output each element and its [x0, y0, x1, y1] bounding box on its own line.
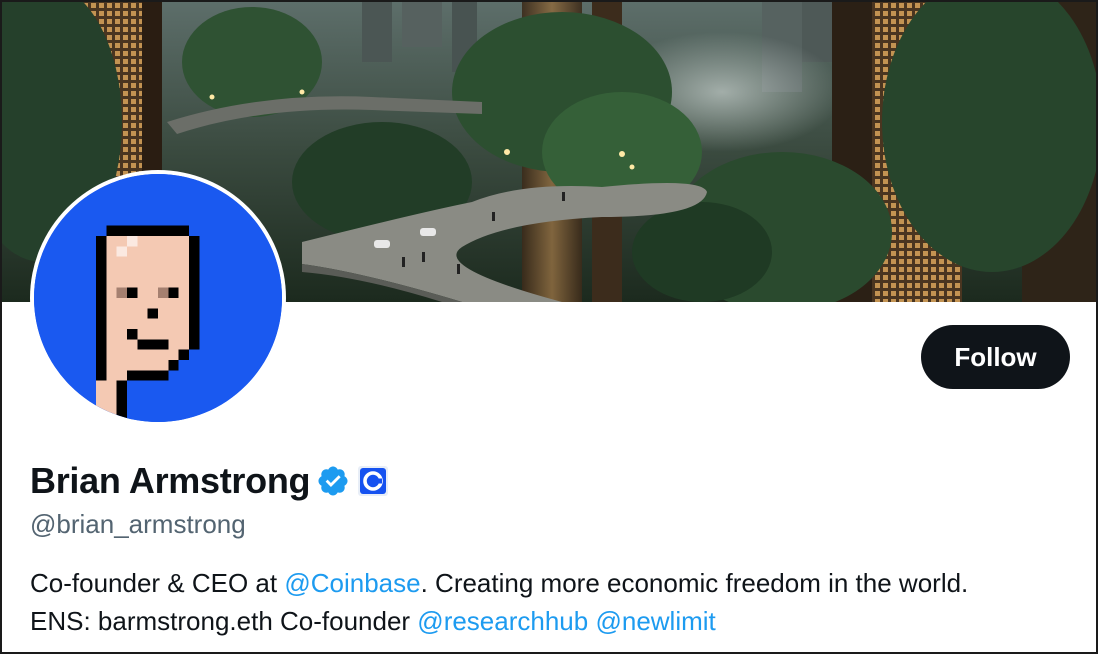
profile-bio: Co-founder & CEO at @Coinbase. Creating …	[30, 564, 1080, 640]
name-row: Brian Armstrong	[30, 457, 389, 505]
bio-text: ENS: barmstrong.eth Co-founder	[30, 606, 418, 636]
bio-text: Co-founder & CEO at	[30, 568, 285, 598]
avatar-image	[34, 174, 282, 422]
mention-link-coinbase[interactable]: @Coinbase	[284, 568, 420, 598]
display-name: Brian Armstrong	[30, 460, 311, 501]
mention-link-newlimit[interactable]: @newlimit	[595, 606, 715, 636]
profile-header: Follow Brian Armstrong @brian_armstrong …	[0, 0, 1098, 654]
mention-link-researchhub[interactable]: @researchhub	[417, 606, 588, 636]
coinbase-logo-icon[interactable]	[358, 466, 389, 496]
bio-line-1: Co-founder & CEO at @Coinbase. Creating …	[30, 564, 1080, 602]
bio-line-2: ENS: barmstrong.eth Co-founder @research…	[30, 602, 1080, 640]
bio-text: . Creating more economic freedom in the …	[420, 568, 969, 598]
avatar[interactable]	[30, 170, 286, 426]
username-handle: @brian_armstrong	[30, 509, 246, 539]
verified-badge-icon[interactable]	[316, 464, 350, 498]
follow-button[interactable]: Follow	[921, 325, 1070, 389]
